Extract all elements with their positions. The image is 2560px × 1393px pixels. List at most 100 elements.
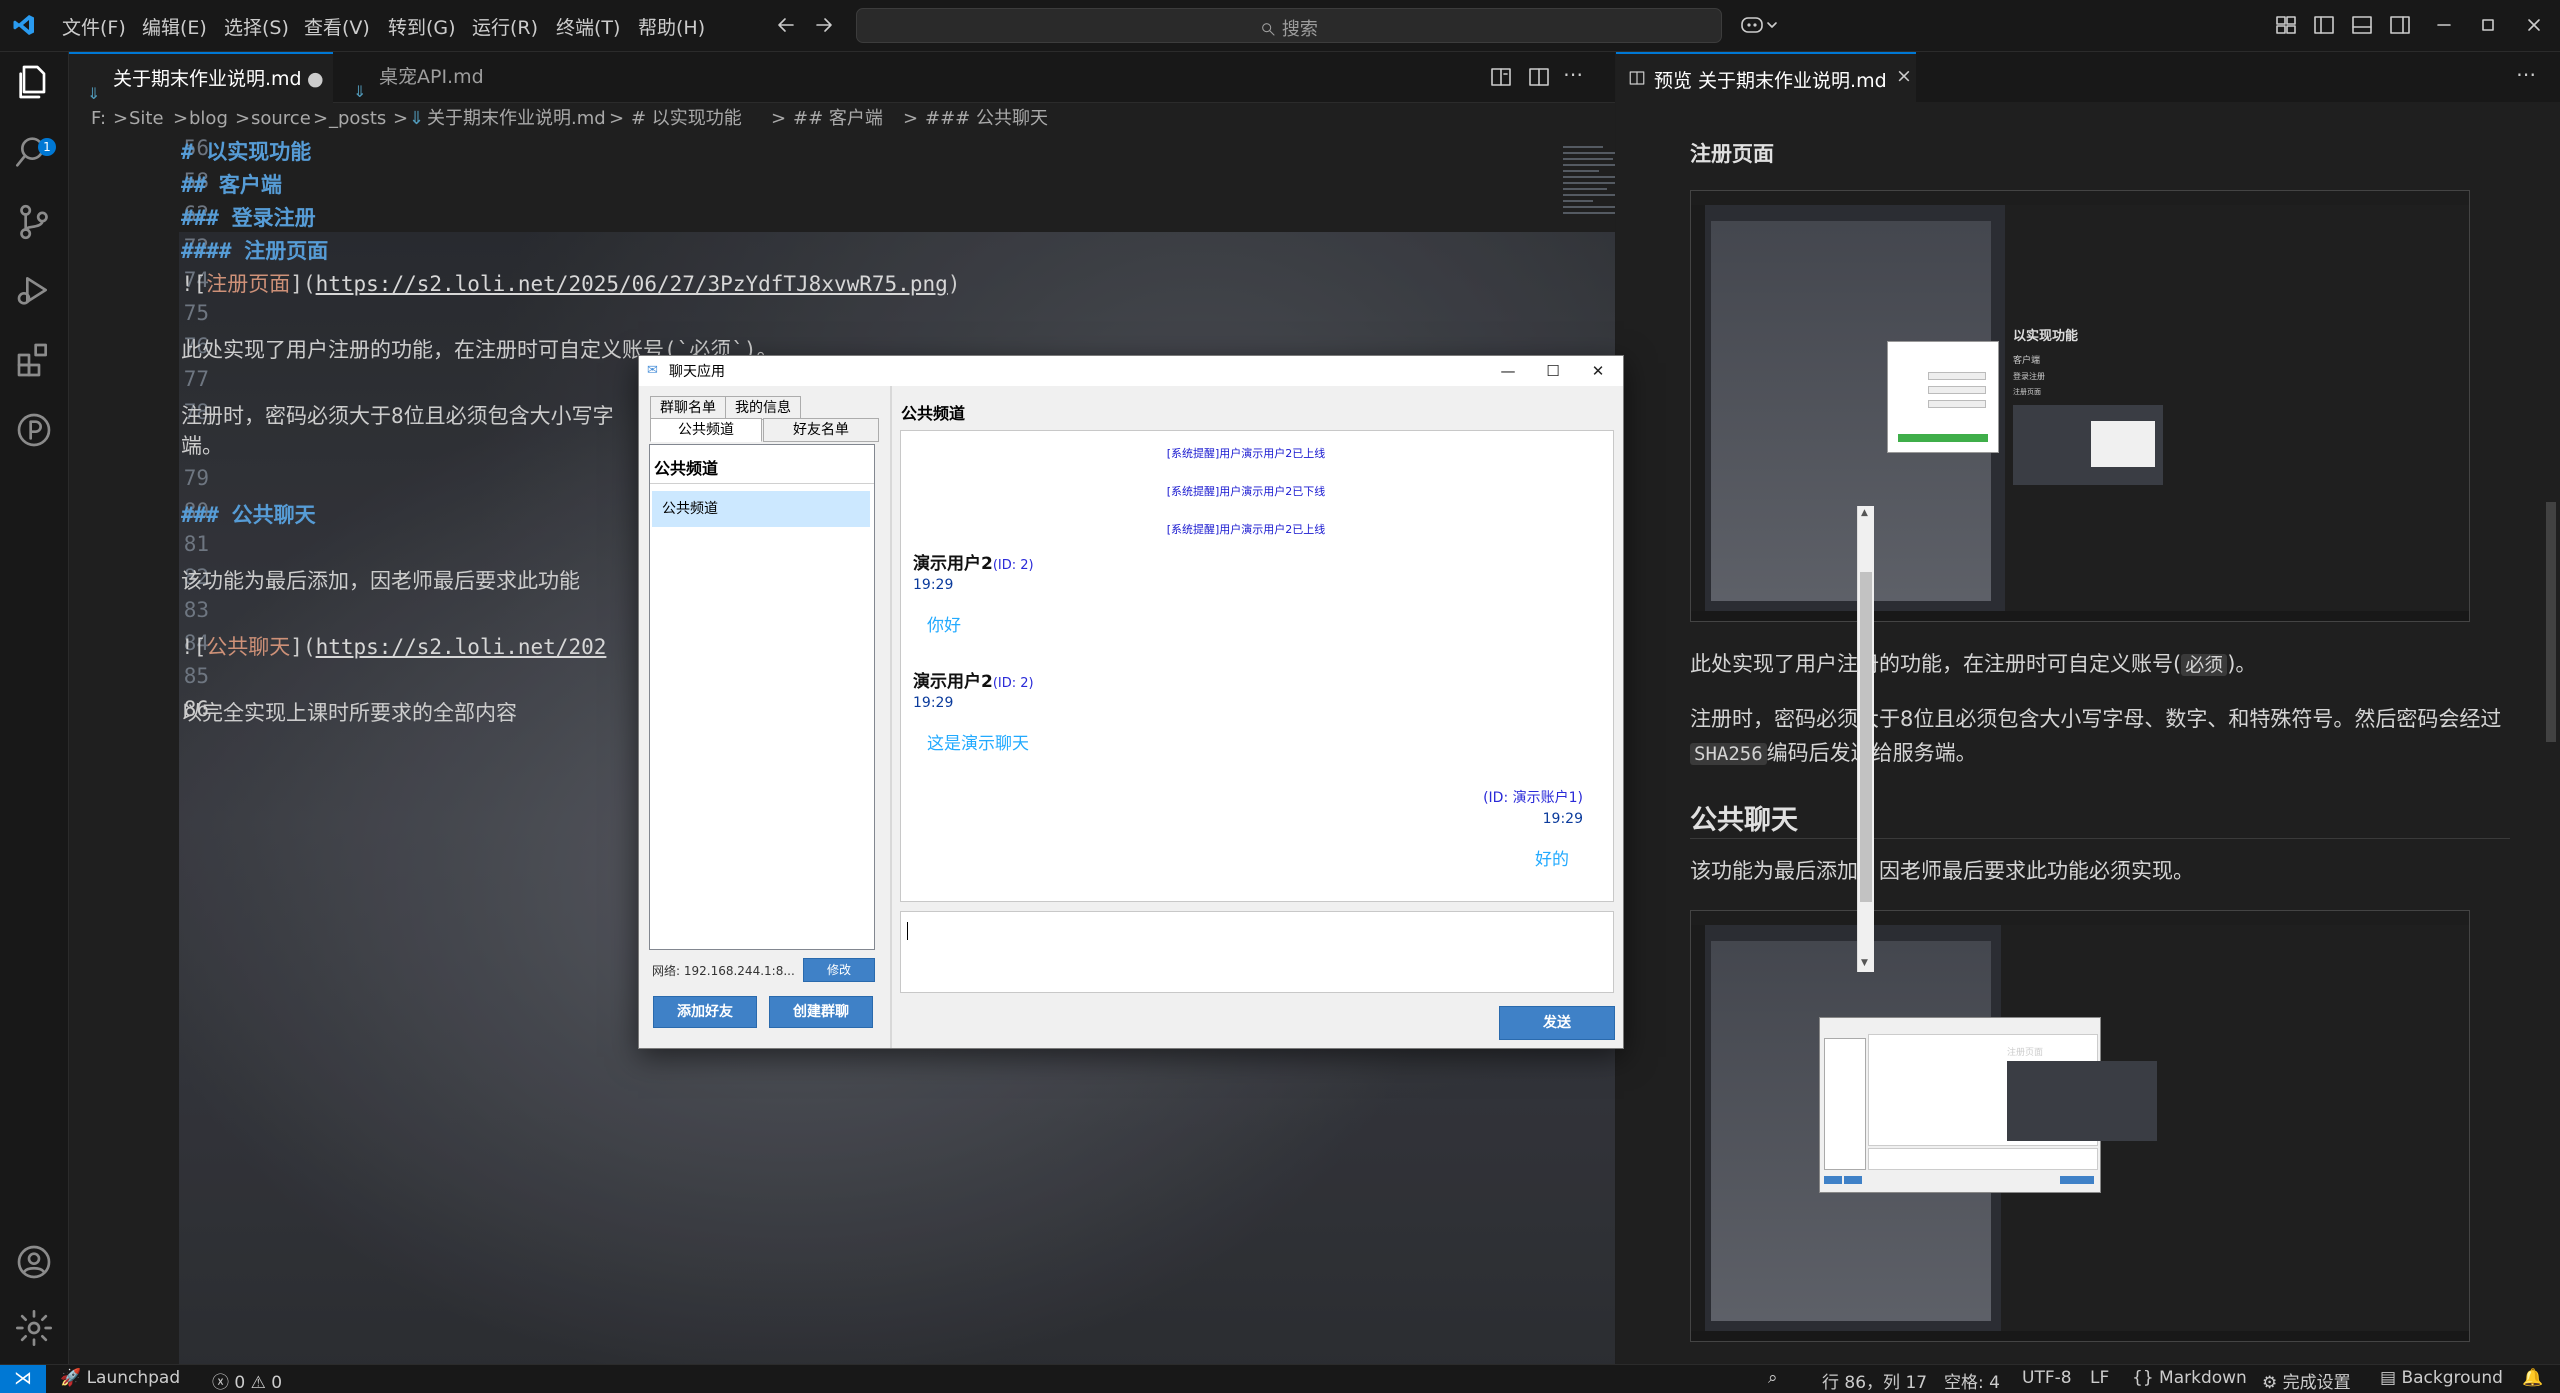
menu-go[interactable]: 转到(G) bbox=[388, 13, 456, 40]
toggle-panel-icon[interactable] bbox=[2350, 13, 2374, 37]
command-center-search[interactable]: 搜索 bbox=[856, 8, 1722, 43]
split-editor-icon[interactable] bbox=[1527, 65, 1551, 89]
breadcrumb-h1[interactable]: # 以实现功能 bbox=[631, 102, 742, 136]
message-input[interactable] bbox=[900, 911, 1614, 993]
preview-paragraph-3: 该功能为最后添加，因老师最后要求此功能必须实现。 bbox=[1690, 859, 2194, 883]
scroll-down-icon[interactable]: ▼ bbox=[1861, 958, 1868, 968]
preview-scrollbar[interactable] bbox=[2546, 502, 2556, 742]
tab-my-info[interactable]: 我的信息 bbox=[725, 396, 801, 420]
explorer-badge: 1 bbox=[38, 138, 56, 156]
toggle-primary-sidebar-icon[interactable] bbox=[2312, 13, 2336, 37]
line-number: 75 bbox=[183, 301, 209, 325]
zoom-icon[interactable]: ⌕ bbox=[1768, 1368, 1778, 1388]
create-group-button[interactable]: 创建群聊 bbox=[769, 996, 873, 1028]
unsaved-dot-icon[interactable]: ● bbox=[307, 54, 324, 104]
code-line-image-link[interactable]: ![公共聊天](https://s2.loli.net/202 bbox=[181, 631, 606, 661]
tab-preview[interactable]: 预览 关于期末作业说明.md × bbox=[1616, 52, 1916, 104]
breadcrumb-posts[interactable]: _posts bbox=[329, 102, 386, 136]
breadcrumb: F: > Site > blog > source > _posts > ⇓ 关… bbox=[69, 102, 1615, 136]
message-area[interactable]: [系统提醒]用户演示用户2已上线 [系统提醒]用户演示用户2已下线 [系统提醒]… bbox=[900, 430, 1874, 972]
back-arrow-icon[interactable] bbox=[774, 13, 798, 37]
settings-gear-icon[interactable] bbox=[14, 1308, 54, 1348]
heading-divider bbox=[1690, 838, 2510, 839]
tab-pet-api[interactable]: ⇓ 桌宠API.md bbox=[335, 52, 535, 102]
code-line[interactable]: ## 客户端 bbox=[181, 169, 282, 199]
code-line-wrap[interactable]: 端。 bbox=[181, 430, 223, 460]
code-line[interactable]: #### 注册页面 bbox=[181, 235, 328, 265]
breadcrumb-file[interactable]: 关于期末作业说明.md bbox=[427, 102, 606, 136]
more-actions-icon[interactable]: ⋯ bbox=[2516, 62, 2536, 86]
close-icon[interactable]: ✕ bbox=[1577, 358, 1619, 384]
maximize-icon[interactable]: ☐ bbox=[1532, 358, 1574, 384]
vscode-logo-icon[interactable] bbox=[12, 13, 36, 37]
code-line[interactable]: 该功能为最后添加，因老师最后要求此功能 bbox=[181, 565, 580, 595]
open-preview-icon[interactable] bbox=[1489, 65, 1513, 89]
menu-file[interactable]: 文件(F) bbox=[62, 13, 126, 40]
message-scrollbar[interactable]: ▲ ▼ bbox=[1857, 506, 1874, 972]
copilot-icon[interactable] bbox=[1740, 13, 1780, 37]
code-line[interactable]: ### 登录注册 bbox=[181, 202, 316, 232]
breadcrumb-source[interactable]: source bbox=[251, 102, 311, 136]
breadcrumb-drive[interactable]: F: bbox=[91, 102, 106, 136]
code-line[interactable]: 注册时，密码必须大于8位且必须包含大小写字 bbox=[181, 400, 614, 430]
remote-explorer-icon[interactable] bbox=[14, 410, 54, 450]
preview-tab-bar: 预览 关于期末作业说明.md × ⋯ bbox=[1616, 52, 2560, 104]
minimize-icon[interactable]: — bbox=[1487, 358, 1529, 384]
channel-list-title: 公共频道 bbox=[654, 459, 719, 478]
self-message-text: 好的 bbox=[1535, 850, 1569, 870]
indentation[interactable]: 空格: 4 bbox=[1944, 1368, 2000, 1393]
tab-about-final-assignment[interactable]: ⇓ 关于期末作业说明.md ● bbox=[69, 52, 333, 104]
customize-layout-icon[interactable] bbox=[2274, 13, 2298, 37]
explorer-icon[interactable] bbox=[14, 62, 54, 102]
restore-window-icon[interactable] bbox=[2476, 13, 2500, 37]
forward-arrow-icon[interactable] bbox=[812, 13, 836, 37]
run-debug-icon[interactable] bbox=[14, 270, 54, 310]
finish-setup-item[interactable]: ⚙ 完成设置 bbox=[2262, 1368, 2351, 1393]
scroll-thumb[interactable] bbox=[1860, 572, 1872, 902]
remote-indicator-icon[interactable]: ⋊ bbox=[0, 1365, 46, 1393]
tab-friend-list[interactable]: 好友名单 bbox=[763, 418, 879, 442]
image-url-link[interactable]: https://s2.loli.net/202 bbox=[316, 635, 607, 659]
more-actions-icon[interactable]: ⋯ bbox=[1563, 62, 1583, 86]
breadcrumb-blog[interactable]: blog bbox=[189, 102, 228, 136]
code-line[interactable]: # 以实现功能 bbox=[181, 136, 311, 166]
close-tab-icon[interactable]: × bbox=[1896, 65, 1912, 87]
send-button[interactable]: 发送 bbox=[1499, 1006, 1615, 1040]
breadcrumb-h3[interactable]: ### 公共聊天 bbox=[925, 102, 1048, 136]
modify-network-button[interactable]: 修改 bbox=[803, 958, 875, 982]
toggle-secondary-sidebar-icon[interactable] bbox=[2388, 13, 2412, 37]
line-number: 81 bbox=[183, 532, 209, 556]
chat-window-title: 聊天应用 bbox=[669, 364, 725, 380]
code-line[interactable]: ### 公共聊天 bbox=[181, 499, 316, 529]
menu-selection[interactable]: 选择(S) bbox=[224, 13, 289, 40]
code-line-current[interactable]: 以完全实现上课时所要求的全部内容 bbox=[181, 697, 517, 727]
menu-edit[interactable]: 编辑(E) bbox=[142, 13, 207, 40]
extensions-icon[interactable] bbox=[14, 340, 54, 380]
breadcrumb-site[interactable]: Site bbox=[129, 102, 164, 136]
menu-terminal[interactable]: 终端(T) bbox=[556, 13, 620, 40]
close-window-icon[interactable] bbox=[2522, 13, 2546, 37]
minimize-window-icon[interactable] bbox=[2432, 13, 2456, 37]
problems-item[interactable]: ⓧ 0 ⚠ 0 bbox=[212, 1368, 282, 1393]
tab-public-channel[interactable]: 公共频道 bbox=[650, 418, 762, 442]
breadcrumb-h2[interactable]: ## 客户端 bbox=[793, 102, 883, 136]
account-icon[interactable] bbox=[14, 1242, 54, 1282]
tab-group-list[interactable]: 群聊名单 bbox=[650, 396, 726, 420]
encoding[interactable]: UTF-8 bbox=[2022, 1368, 2072, 1388]
background-item[interactable]: ▤ Background bbox=[2380, 1368, 2503, 1388]
source-control-icon[interactable] bbox=[14, 202, 54, 242]
menu-help[interactable]: 帮助(H) bbox=[638, 13, 705, 40]
code-line-image-link[interactable]: ![注册页面](https://s2.loli.net/2025/06/27/3… bbox=[181, 268, 960, 298]
launchpad-item[interactable]: 🚀 Launchpad bbox=[60, 1368, 180, 1388]
end-of-line[interactable]: LF bbox=[2090, 1368, 2109, 1388]
cursor-position[interactable]: 行 86，列 17 bbox=[1822, 1368, 1927, 1393]
image-url-link[interactable]: https://s2.loli.net/2025/06/27/3PzYdfTJ8… bbox=[316, 272, 948, 296]
add-friend-button[interactable]: 添加好友 bbox=[653, 996, 757, 1028]
chat-titlebar[interactable]: ✉ 聊天应用 — ☐ ✕ bbox=[639, 356, 1623, 386]
channel-list-item[interactable]: 公共频道 bbox=[652, 491, 870, 527]
menu-run[interactable]: 运行(R) bbox=[472, 13, 538, 40]
language-mode[interactable]: {} Markdown bbox=[2132, 1368, 2247, 1388]
menu-view[interactable]: 查看(V) bbox=[304, 13, 370, 40]
scroll-up-icon[interactable]: ▲ bbox=[1861, 508, 1868, 518]
notifications-bell-icon[interactable]: 🔔 bbox=[2522, 1368, 2543, 1388]
